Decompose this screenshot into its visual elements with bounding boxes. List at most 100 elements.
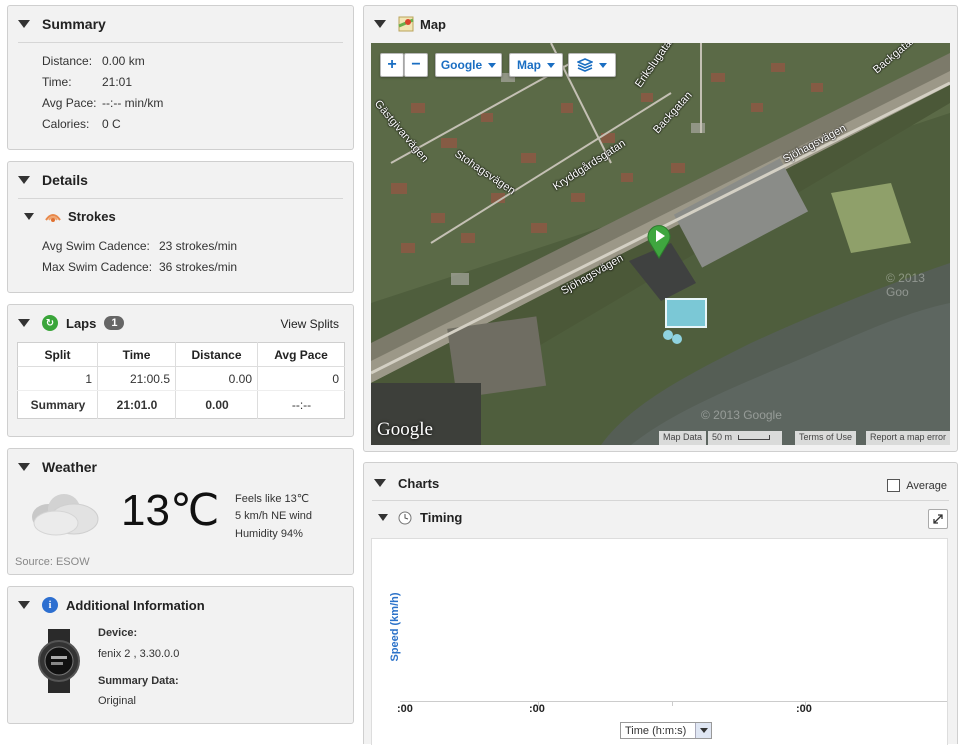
additional-info-title: Additional Information (66, 597, 205, 613)
temperature: 13℃ (121, 486, 220, 535)
divider (18, 198, 343, 199)
zoom-in-button[interactable]: + (380, 53, 404, 77)
humidity: Humidity 94% (235, 528, 303, 540)
collapse-triangle-icon[interactable] (378, 514, 388, 521)
dropdown-arrow-icon (695, 723, 711, 738)
laps-table: Split Time Distance Avg Pace 1 21:00.5 0… (17, 342, 345, 419)
map-type-select[interactable]: Map (509, 53, 563, 77)
map-scale: 50 m (708, 431, 782, 445)
zoom-out-button[interactable]: − (404, 53, 428, 77)
map-watermark: © 2013 Goo (886, 271, 925, 299)
clock-icon (398, 511, 412, 524)
collapse-triangle-icon[interactable] (374, 479, 386, 487)
details-title: Details (42, 172, 88, 188)
collapse-triangle-icon[interactable] (18, 20, 30, 28)
map-data-link[interactable]: Map Data (658, 431, 706, 445)
laps-title: Laps (66, 315, 97, 331)
collapse-triangle-icon[interactable] (18, 463, 30, 471)
expand-chart-button[interactable] (928, 509, 948, 529)
summary-panel: Summary Distance: 0.00 km Time: 21:01 Avg … (7, 5, 354, 150)
expand-icon (933, 514, 943, 524)
x-tick-label: :00 (796, 703, 812, 715)
col-split[interactable]: Split (17, 342, 98, 367)
col-time[interactable]: Time (97, 342, 176, 367)
average-checkbox-label[interactable]: Average (887, 479, 947, 492)
table-row[interactable]: 1 21:00.5 0.00 0 (17, 366, 345, 391)
x-tick-label: :00 (397, 703, 413, 715)
col-distance[interactable]: Distance (175, 342, 258, 367)
report-map-error-link[interactable]: Report a map error (865, 431, 950, 445)
divider (372, 500, 949, 501)
chevron-down-icon (488, 62, 497, 68)
summary-title: Summary (42, 16, 106, 32)
map-watermark: © 2013 Google (701, 408, 782, 422)
x-axis-select[interactable]: Time (h:m:s) (620, 722, 712, 739)
collapse-triangle-icon[interactable] (18, 176, 30, 184)
charts-header[interactable]: Charts (374, 473, 439, 493)
timing-chart: Speed (km/h) :00 :00 :00 Time (h:m:s) (371, 538, 948, 745)
device-value: fenix 2 , 3.30.0.0 (98, 648, 180, 660)
watch-icon (38, 629, 80, 693)
strokes-icon (45, 214, 61, 222)
divider (18, 42, 343, 43)
col-avg-pace[interactable]: Avg Pace (257, 342, 345, 367)
info-icon: i (42, 597, 58, 613)
map-icon (398, 16, 414, 32)
map-panel: Map Gästgivarvägen Stohagsvägen Kryddgår… (363, 5, 958, 452)
summary-data-label: Summary Data: (98, 675, 179, 687)
cloud-icon (32, 494, 99, 536)
collapse-triangle-icon[interactable] (18, 601, 30, 609)
collapse-triangle-icon[interactable] (18, 319, 30, 327)
layers-icon (577, 58, 593, 72)
summary-row-pace: Avg Pace: --:-- min/km (42, 96, 164, 110)
strokes-section-header[interactable]: Strokes (24, 208, 116, 224)
chevron-down-icon (547, 62, 555, 68)
summary-row-time: Time: 21:01 (42, 75, 133, 89)
map-layers-select[interactable] (568, 53, 616, 77)
avg-swim-cadence-row: Avg Swim Cadence: 23 strokes/min (42, 239, 238, 253)
map-title: Map (420, 16, 446, 32)
timing-header[interactable]: Timing (378, 510, 462, 525)
map-canvas[interactable]: Gästgivarvägen Stohagsvägen Kryddgårdsga… (371, 43, 950, 445)
weather-source: Source: ESOW (15, 556, 90, 568)
summary-data-value: Original (98, 695, 136, 707)
charts-panel: Charts Average Timing Speed (km/h) :00 :… (363, 462, 958, 745)
chart-ylabel: Speed (km/h) (389, 592, 401, 662)
collapse-triangle-icon[interactable] (374, 20, 386, 28)
x-tick (672, 701, 673, 706)
weather-header[interactable]: Weather (18, 457, 97, 477)
details-header[interactable]: Details (18, 170, 88, 190)
weather-title: Weather (42, 459, 97, 475)
x-tick-label: :00 (529, 703, 545, 715)
device-label: Device: (98, 627, 138, 639)
laps-count-badge: 1 (104, 316, 125, 330)
collapse-triangle-icon[interactable] (24, 212, 34, 220)
table-header-row: Split Time Distance Avg Pace (17, 342, 345, 367)
feels-like: Feels like 13℃ (235, 493, 310, 505)
weather-panel: Weather 13℃ Feels like 13℃ 5 km/h NE win… (7, 448, 354, 575)
view-splits-link[interactable]: View Splits (281, 317, 339, 331)
terms-of-use-link[interactable]: Terms of Use (794, 431, 856, 445)
laps-header[interactable]: ↻ Laps 1 (18, 313, 125, 333)
average-checkbox[interactable] (887, 479, 901, 492)
start-marker-icon[interactable] (646, 223, 672, 259)
strokes-title: Strokes (68, 208, 116, 224)
timing-title: Timing (420, 510, 463, 525)
chart-x-axis (400, 701, 947, 702)
summary-row-distance: Distance: 0.00 km (42, 54, 145, 68)
table-summary-row: Summary 21:01.0 0.00 --:-- (17, 390, 345, 419)
map-provider-select[interactable]: Google (435, 53, 502, 77)
laps-refresh-icon: ↻ (42, 315, 58, 331)
chevron-down-icon (599, 62, 607, 68)
map-header[interactable]: Map (374, 14, 446, 34)
additional-info-header[interactable]: i Additional Information (18, 595, 205, 615)
wind: 5 km/h NE wind (235, 510, 313, 522)
scale-bar (737, 435, 770, 440)
google-logo[interactable]: Google (377, 419, 433, 441)
additional-info-panel: i Additional Information Device: fenix 2… (7, 586, 354, 724)
max-swim-cadence-row: Max Swim Cadence: 36 strokes/min (42, 260, 238, 274)
summary-header[interactable]: Summary (18, 14, 106, 34)
charts-title: Charts (398, 475, 440, 491)
details-panel: Details Strokes Avg Swim Cadence: 23 stro… (7, 161, 354, 293)
laps-panel: ↻ Laps 1 View Splits Split Time Distance… (7, 304, 354, 437)
